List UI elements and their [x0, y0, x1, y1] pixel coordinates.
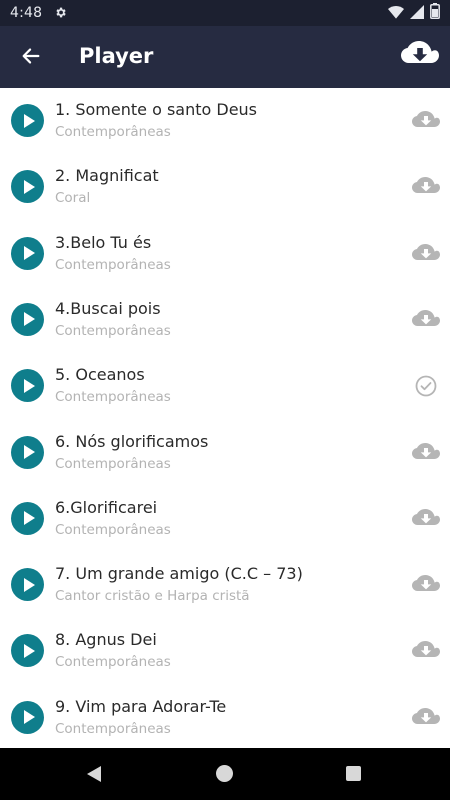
track-category: Cantor cristão e Harpa cristã — [55, 588, 250, 605]
status-right — [388, 3, 440, 23]
track-title: 3.Belo Tu és — [55, 232, 152, 252]
track-item[interactable]: 5. Oceanos Contemporâneas — [0, 353, 450, 419]
track-title: 4.Buscai pois — [55, 298, 161, 318]
nav-back-icon[interactable] — [85, 765, 103, 787]
track-category: Contemporâneas — [55, 720, 171, 737]
download-icon[interactable] — [410, 108, 442, 134]
play-button[interactable] — [11, 568, 44, 602]
play-button[interactable] — [11, 700, 44, 734]
track-title: 6. Nós glorificamos — [55, 431, 209, 451]
track-title: 5. Oceanos — [55, 365, 145, 385]
track-category: Contemporâneas — [55, 521, 171, 538]
play-button[interactable] — [11, 435, 44, 469]
downloaded-check-icon[interactable] — [410, 373, 442, 399]
nav-recents-icon[interactable] — [346, 766, 361, 781]
gear-icon — [54, 4, 67, 23]
app-bar: Player — [0, 26, 450, 88]
track-category: Coral — [55, 190, 91, 207]
play-icon — [23, 312, 35, 327]
play-button[interactable] — [11, 634, 44, 668]
track-title: 9. Vim para Adorar-Te — [55, 696, 227, 716]
play-icon — [23, 246, 35, 261]
track-title: 1. Somente o santo Deus — [55, 100, 258, 119]
track-item[interactable]: 6. Nós glorificamos Contemporâneas — [0, 420, 450, 486]
play-button[interactable] — [11, 236, 44, 270]
download-icon[interactable] — [410, 506, 442, 532]
track-category: Contemporâneas — [55, 322, 171, 339]
download-icon[interactable] — [410, 638, 442, 664]
play-icon — [23, 710, 35, 725]
play-button[interactable] — [11, 369, 44, 403]
track-item[interactable]: 2. Magnificat Coral — [0, 154, 450, 220]
play-button[interactable] — [11, 170, 44, 204]
download-icon[interactable] — [410, 307, 442, 333]
play-button[interactable] — [11, 104, 44, 137]
play-icon — [23, 511, 35, 526]
battery-icon — [430, 3, 440, 23]
download-icon[interactable] — [410, 241, 442, 267]
track-list: 1. Somente o santo Deus Contemporâneas 2. … — [0, 88, 450, 748]
play-icon — [23, 577, 35, 592]
track-item[interactable]: 1. Somente o santo Deus Contemporâneas — [0, 88, 450, 154]
track-title: 2. Magnificat — [55, 166, 159, 186]
play-icon — [23, 643, 35, 658]
arrow-left-icon — [20, 45, 42, 71]
page-title: Player — [79, 44, 154, 68]
track-item[interactable]: 7. Um grande amigo (C.C – 73) Cantor cris… — [0, 552, 450, 618]
track-title: 8. Agnus Dei — [55, 630, 157, 650]
play-button[interactable] — [11, 302, 44, 336]
track-category: Contemporâneas — [55, 389, 171, 406]
status-left: 4:48 — [10, 4, 67, 23]
play-button[interactable] — [11, 501, 44, 535]
track-item[interactable]: 3.Belo Tu és Contemporâneas — [0, 221, 450, 287]
track-title: 7. Um grande amigo (C.C – 73) — [55, 564, 303, 584]
track-item[interactable]: 9. Vim para Adorar-Te Contemporâneas — [0, 685, 450, 748]
track-title: 6.Glorificarei — [55, 497, 158, 517]
track-item[interactable]: 6.Glorificarei Contemporâneas — [0, 486, 450, 552]
download-icon[interactable] — [410, 174, 442, 200]
download-icon[interactable] — [410, 440, 442, 466]
play-icon — [23, 445, 35, 459]
status-bar: 4:48 — [0, 0, 450, 26]
play-icon — [23, 378, 35, 393]
download-all-button[interactable] — [400, 39, 440, 75]
cloud-download-icon — [401, 41, 439, 73]
track-category: Contemporâneas — [55, 455, 171, 472]
download-icon[interactable] — [410, 705, 442, 731]
track-item[interactable]: 4.Buscai pois Contemporâneas — [0, 287, 450, 353]
track-category: Contemporâneas — [55, 124, 171, 140]
track-item[interactable]: 8. Agnus Dei Contemporâneas — [0, 618, 450, 684]
play-icon — [23, 179, 35, 194]
nav-home-icon[interactable] — [216, 765, 233, 782]
system-nav-bar — [0, 748, 450, 800]
track-category: Contemporâneas — [55, 654, 171, 671]
wifi-icon — [388, 4, 404, 23]
status-time: 4:48 — [10, 5, 43, 21]
back-button[interactable] — [18, 45, 44, 71]
track-category: Contemporâneas — [55, 256, 171, 273]
download-icon[interactable] — [410, 572, 442, 598]
play-icon — [23, 113, 35, 128]
signal-icon — [410, 4, 424, 23]
